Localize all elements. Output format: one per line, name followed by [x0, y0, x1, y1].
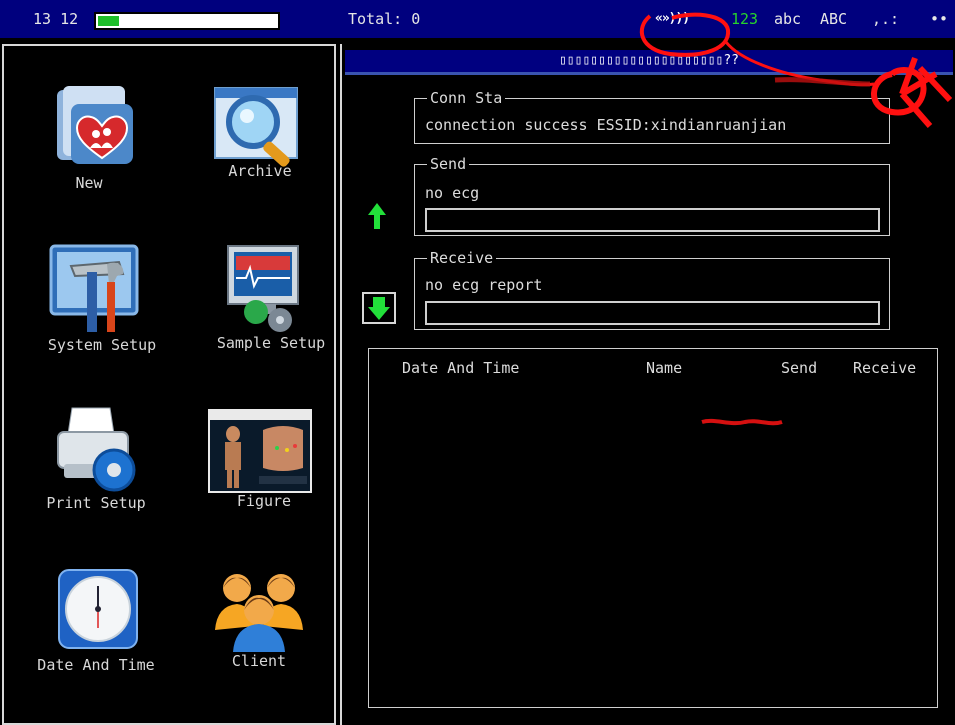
column-send[interactable]: Send	[781, 359, 817, 377]
window-title: ▯▯▯▯▯▯▯▯▯▯▯▯▯▯▯▯▯▯▯▯▯??	[345, 50, 953, 75]
menu-item-print-setup[interactable]: Print Setup	[24, 404, 164, 512]
menu-label-client: Client	[231, 652, 287, 670]
menu-item-date-and-time[interactable]: Date And Time	[27, 566, 167, 674]
receive-progress-bar	[425, 301, 880, 325]
input-mode-abc[interactable]: abc	[774, 10, 801, 28]
menu-label-new: New	[75, 174, 103, 192]
column-receive[interactable]: Receive	[853, 359, 916, 377]
menu-item-new[interactable]: New	[27, 82, 167, 192]
menu-item-figure[interactable]: Figure	[190, 408, 330, 510]
status-bar: 13 12 Total: 0 «»))) 123 abc ABC ,.: ••	[0, 0, 955, 38]
receive-status: no ecg report	[425, 276, 543, 294]
battery-fill	[98, 16, 120, 26]
input-mode-more[interactable]: ••	[930, 10, 948, 28]
menu-item-sample-setup[interactable]: Sample Setup	[186, 242, 326, 352]
wifi-icon: «»)))	[655, 11, 690, 26]
send-progress-bar	[425, 208, 880, 232]
menu-label-sample-setup: Sample Setup	[216, 334, 326, 352]
menu-label-system-setup: System Setup	[47, 336, 157, 354]
input-mode-123[interactable]: 123	[731, 10, 758, 28]
battery-indicator	[94, 12, 280, 30]
menu-label-archive: Archive	[228, 162, 292, 180]
input-mode-ABC[interactable]: ABC	[820, 10, 847, 28]
send-group: Send no ecg	[414, 155, 890, 236]
send-legend: Send	[427, 155, 470, 173]
menu-item-client[interactable]: Client	[188, 566, 328, 670]
conn-status-value: connection success ESSID:xindianruanjian	[425, 116, 787, 134]
magnifier-window-icon	[214, 87, 298, 167]
send-status: no ecg	[425, 184, 480, 202]
upload-arrow-icon	[368, 203, 386, 229]
body-figure-icon	[208, 409, 312, 493]
conn-status-group: Conn Sta connection success ESSID:xindia…	[414, 89, 890, 144]
time-display: 13 12	[33, 10, 79, 28]
printer-gear-icon	[57, 407, 136, 492]
menu-item-archive[interactable]: Archive	[188, 82, 328, 180]
records-table[interactable]: Date And Time Name Send Receive	[368, 348, 938, 708]
folder-heart-icon	[57, 86, 133, 164]
receive-legend: Receive	[427, 249, 497, 267]
input-mode-punct[interactable]: ,.:	[872, 10, 899, 28]
monitor-gear-icon	[227, 245, 299, 332]
hammer-wrench-icon	[49, 244, 139, 332]
conn-status-legend: Conn Sta	[427, 89, 506, 107]
column-date-and-time[interactable]: Date And Time	[402, 359, 519, 377]
clock-icon	[58, 569, 138, 649]
menu-label-print-setup: Print Setup	[46, 494, 146, 512]
column-name[interactable]: Name	[646, 359, 682, 377]
receive-group: Receive no ecg report	[414, 249, 890, 330]
download-arrow-icon	[362, 292, 396, 324]
menu-label-date-and-time: Date And Time	[37, 656, 155, 674]
panel-divider	[340, 44, 342, 725]
total-count: Total: 0	[348, 10, 421, 28]
menu-item-system-setup[interactable]: System Setup	[25, 244, 165, 354]
users-icon	[215, 574, 303, 652]
menu-label-figure: Figure	[236, 492, 292, 510]
